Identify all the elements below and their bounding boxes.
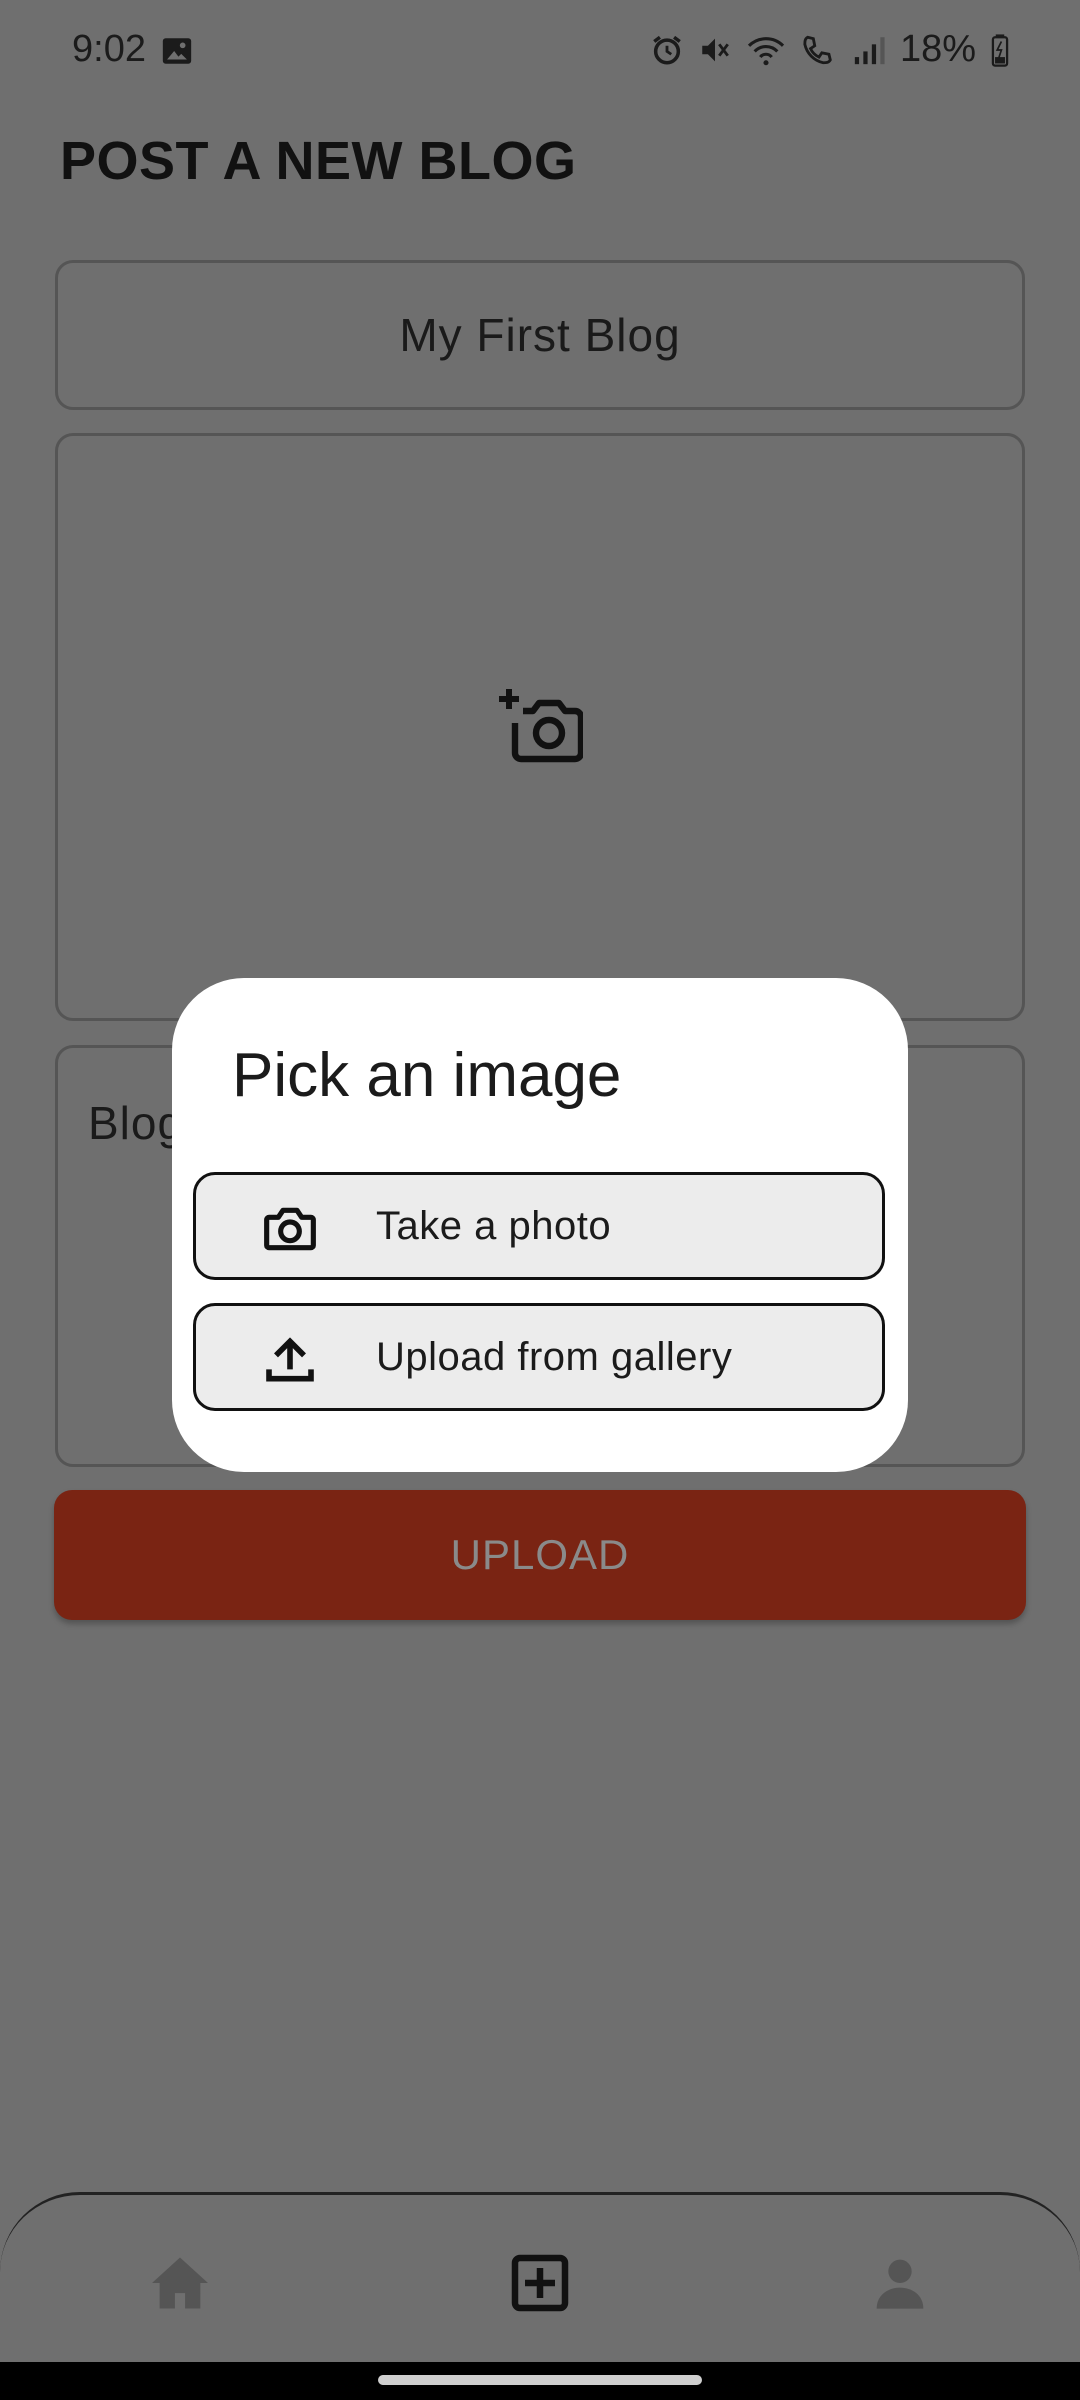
home-gesture-handle[interactable] [378, 2375, 702, 2385]
upload-from-gallery-option[interactable]: Upload from gallery [193, 1303, 885, 1411]
gallery-notification-icon [160, 34, 194, 73]
nav-add-post[interactable] [500, 2245, 580, 2325]
page-title: POST A NEW BLOG [60, 131, 577, 191]
dialog-title: Pick an image [232, 1041, 622, 1110]
nav-profile[interactable] [860, 2245, 940, 2325]
blog-title-value: My First Blog [399, 309, 681, 361]
status-bar: 9:02 18% [0, 0, 1080, 104]
upload-from-gallery-label: Upload from gallery [376, 1334, 733, 1379]
add-photo-icon [497, 685, 585, 770]
battery-icon [990, 33, 1010, 67]
cell-signal-icon [852, 33, 886, 67]
status-time: 9:02 [72, 28, 146, 70]
battery-percentage: 18% [899, 28, 976, 70]
camera-icon [262, 1201, 318, 1257]
image-picker-box[interactable] [55, 433, 1025, 1021]
pick-image-dialog: Pick an image Take a photo Upload from g… [172, 978, 908, 1472]
upload-button[interactable]: UPLOAD [54, 1490, 1026, 1620]
nav-home[interactable] [140, 2245, 220, 2325]
take-photo-option[interactable]: Take a photo [193, 1172, 885, 1280]
bottom-navigation [0, 2192, 1080, 2362]
take-photo-label: Take a photo [376, 1203, 612, 1248]
blog-content-placeholder: Blog [88, 1097, 185, 1149]
status-icons: 18% [650, 28, 1010, 71]
add-box-icon [510, 2253, 570, 2318]
person-icon [872, 2255, 928, 2316]
alarm-icon [650, 33, 684, 67]
upload-icon [262, 1332, 318, 1388]
home-icon [149, 2255, 211, 2316]
system-gesture-bar [0, 2362, 1080, 2400]
mute-icon [698, 33, 732, 67]
blog-title-input[interactable]: My First Blog [55, 260, 1025, 410]
wifi-icon [746, 33, 786, 67]
screen: 9:02 18% POST A NEW BLOG My First Blog B… [0, 0, 1080, 2400]
upload-button-label: UPLOAD [450, 1531, 630, 1578]
call-signal-icon [800, 33, 838, 67]
